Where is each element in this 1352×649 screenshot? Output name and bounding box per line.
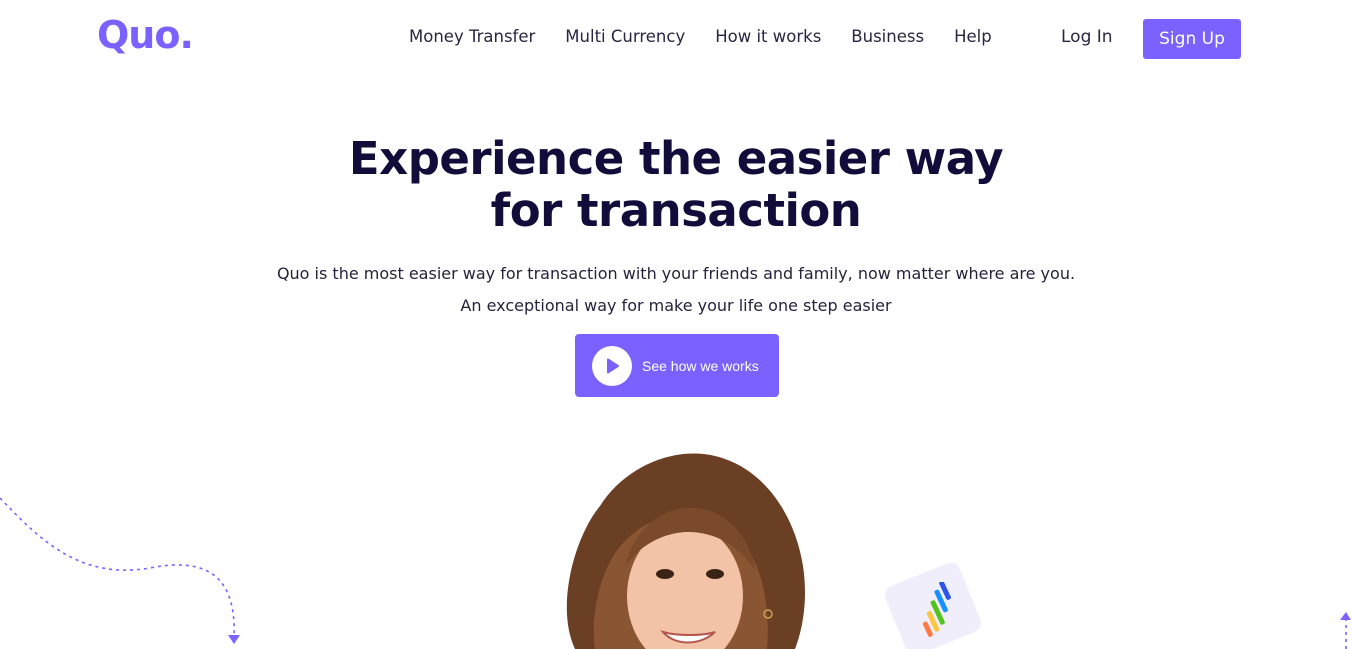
bar-chart-icon (922, 582, 951, 637)
hero-title-line-1: Experience the easier way (348, 132, 1004, 185)
nav-item-money-transfer[interactable]: Money Transfer (409, 27, 535, 46)
login-link[interactable]: Log In (1061, 27, 1113, 47)
play-icon (592, 345, 632, 386)
brand-logo[interactable]: Quo. (97, 13, 194, 57)
main-nav: Money Transfer Multi Currency How it wor… (409, 27, 1022, 46)
hero-title-line-2: for transaction (490, 184, 862, 237)
nav-item-help[interactable]: Help (954, 27, 992, 46)
woman-portrait-image (566, 453, 805, 649)
dotted-arrow-left-icon (0, 497, 240, 644)
hero-title: Experience the easier way for transactio… (0, 133, 1352, 237)
hero-subtitle-line-1: Quo is the most easier way for transacti… (276, 264, 1076, 283)
dotted-arrow-right-icon (1340, 612, 1351, 649)
see-how-we-works-button[interactable]: See how we works (575, 334, 779, 397)
signup-button[interactable]: Sign Up (1143, 19, 1241, 59)
hero-subtitle-line-2: An exceptional way for make your life on… (460, 296, 892, 315)
hero-subtitle: Quo is the most easier way for transacti… (0, 258, 1352, 322)
cta-label: See how we works (642, 357, 759, 374)
landing-page: Quo. Money Transfer Multi Currency How i… (0, 0, 1352, 649)
nav-item-how-it-works[interactable]: How it works (715, 27, 821, 46)
nav-item-multi-currency[interactable]: Multi Currency (565, 27, 685, 46)
nav-item-business[interactable]: Business (851, 27, 924, 46)
